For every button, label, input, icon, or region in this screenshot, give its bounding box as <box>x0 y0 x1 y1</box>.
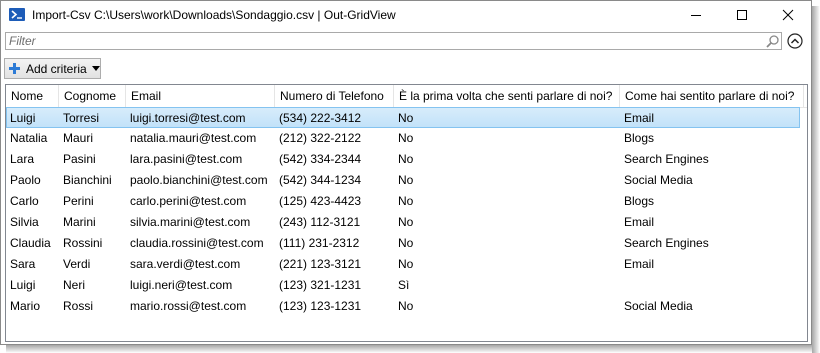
cell-cognome: Rossi <box>63 299 94 313</box>
collapse-criteria-button[interactable] <box>787 33 803 49</box>
cell-nome: Carlo <box>10 194 39 208</box>
cell-email: luigi.torresi@test.com <box>130 111 246 125</box>
table-row[interactable]: Paolo Bianchini paolo.bianchini@test.com (5… <box>6 170 800 191</box>
cell-nome: Luigi <box>10 111 36 125</box>
cell-prima-volta: No <box>398 152 414 166</box>
cell-cognome: Bianchini <box>63 173 112 187</box>
cell-email: mario.rossi@test.com <box>130 299 247 313</box>
cell-email: luigi.neri@test.com <box>130 278 233 292</box>
minimize-icon <box>691 15 701 16</box>
cell-telefono: (534) 222-3412 <box>279 111 362 125</box>
cell-prima-volta: No <box>398 111 414 125</box>
column-header-come-sentito[interactable]: Come hai sentito parlare di noi? <box>620 85 804 107</box>
cell-nome: Sara <box>10 257 36 271</box>
cell-nome: Mario <box>10 299 41 313</box>
cell-prima-volta: No <box>398 194 414 208</box>
cell-nome: Natalia <box>10 131 48 145</box>
filter-field[interactable] <box>5 32 782 50</box>
filter-input[interactable] <box>6 33 764 49</box>
cell-prima-volta: No <box>398 173 414 187</box>
cell-email: claudia.rossini@test.com <box>130 236 264 250</box>
cell-cognome: Neri <box>63 278 86 292</box>
column-header-nome[interactable]: Nome <box>6 85 59 107</box>
plus-icon <box>9 63 20 74</box>
table-row[interactable]: Lara Pasini lara.pasini@test.com (542) 334-… <box>6 149 800 170</box>
cell-come-sentito: Social Media <box>624 299 693 313</box>
cell-telefono: (243) 112-3121 <box>279 215 361 229</box>
cell-cognome: Mauri <box>63 131 94 145</box>
cell-come-sentito: Email <box>624 111 655 125</box>
cell-prima-volta: No <box>398 131 414 145</box>
table-row[interactable]: Claudia Rossini claudia.rossini@test.com (1… <box>6 233 800 254</box>
dropdown-arrow-icon <box>91 66 100 71</box>
cell-cognome: Torresi <box>63 111 100 125</box>
table-row[interactable]: Mario Rossi mario.rossi@test.com (123) 123-… <box>6 296 800 317</box>
cell-email: paolo.bianchini@test.com <box>130 173 268 187</box>
cell-prima-volta: No <box>398 299 414 313</box>
table-row[interactable]: Luigi Torresi luigi.torresi@test.com (534) … <box>6 107 800 128</box>
cell-cognome: Marini <box>63 215 96 229</box>
table-row[interactable]: Luigi Neri luigi.neri@test.com (123) 321-12… <box>6 275 800 296</box>
cell-come-sentito: Search Engines <box>624 236 709 250</box>
cell-come-sentito <box>620 275 804 296</box>
data-grid[interactable]: Nome Cognome Email Numero di Telefono È … <box>5 84 808 342</box>
maximize-button[interactable] <box>719 1 765 29</box>
cell-cognome: Perini <box>63 194 94 208</box>
cell-telefono: (221) 123-3121 <box>279 257 362 271</box>
cell-come-sentito: Blogs <box>624 194 655 208</box>
close-icon <box>782 9 794 21</box>
cell-prima-volta: No <box>398 215 414 229</box>
cell-prima-volta: No <box>398 257 414 271</box>
cell-email: carlo.perini@test.com <box>130 194 247 208</box>
cell-nome: Silvia <box>10 215 39 229</box>
cell-nome: Paolo <box>10 173 41 187</box>
cell-telefono: (123) 321-1231 <box>279 278 362 292</box>
cell-prima-volta: No <box>398 236 414 250</box>
cell-telefono: (212) 322-2122 <box>279 131 362 145</box>
maximize-icon <box>737 10 747 20</box>
cell-cognome: Rossini <box>63 236 103 250</box>
add-criteria-button[interactable]: Add criteria <box>4 58 101 79</box>
cell-telefono: (542) 334-2344 <box>279 152 362 166</box>
cell-telefono: (123) 123-1231 <box>279 299 362 313</box>
table-row[interactable]: Carlo Perini carlo.perini@test.com (125) 42… <box>6 191 800 212</box>
column-header-email[interactable]: Email <box>126 85 275 107</box>
column-header-prima-volta[interactable]: È la prima volta che senti parlare di no… <box>394 85 620 107</box>
cell-email: silvia.marini@test.com <box>130 215 251 229</box>
table-row[interactable]: Silvia Marini silvia.marini@test.com (243) … <box>6 212 800 233</box>
cell-telefono: (542) 344-1234 <box>279 173 362 187</box>
cell-come-sentito: Email <box>624 215 655 229</box>
column-header-cognome[interactable]: Cognome <box>59 85 126 107</box>
cell-come-sentito: Social Media <box>624 173 693 187</box>
out-gridview-window: Import-Csv C:\Users\work\Downloads\Sonda… <box>0 0 812 345</box>
cell-prima-volta: Sì <box>398 278 410 292</box>
cell-come-sentito: Search Engines <box>624 152 709 166</box>
cell-nome: Claudia <box>10 236 51 250</box>
grid-header: Nome Cognome Email Numero di Telefono È … <box>6 85 807 108</box>
cell-cognome: Verdi <box>63 257 91 271</box>
title-bar[interactable]: Import-Csv C:\Users\work\Downloads\Sonda… <box>1 1 811 29</box>
cell-email: lara.pasini@test.com <box>130 152 243 166</box>
column-header-telefono[interactable]: Numero di Telefono <box>275 85 394 107</box>
table-row[interactable]: Sara Verdi sara.verdi@test.com (221) 123-31… <box>6 254 800 275</box>
add-criteria-label: Add criteria <box>26 61 87 76</box>
cell-cognome: Pasini <box>63 152 96 166</box>
cell-come-sentito: Blogs <box>624 131 655 145</box>
cell-email: natalia.mauri@test.com <box>130 131 257 145</box>
cell-nome: Luigi <box>10 278 36 292</box>
vertical-scrollbar[interactable] <box>801 85 807 341</box>
cell-come-sentito: Email <box>624 257 655 271</box>
search-icon[interactable] <box>765 34 780 49</box>
powershell-icon <box>9 8 25 21</box>
cell-telefono: (111) 231-2312 <box>279 236 360 250</box>
close-button[interactable] <box>765 1 811 29</box>
cell-telefono: (125) 423-4423 <box>279 194 362 208</box>
cell-nome: Lara <box>10 152 35 166</box>
table-row[interactable]: Natalia Mauri natalia.mauri@test.com (212) … <box>6 128 800 149</box>
cell-email: sara.verdi@test.com <box>130 257 241 271</box>
minimize-button[interactable] <box>673 1 719 29</box>
window-title: Import-Csv C:\Users\work\Downloads\Sonda… <box>32 8 396 22</box>
